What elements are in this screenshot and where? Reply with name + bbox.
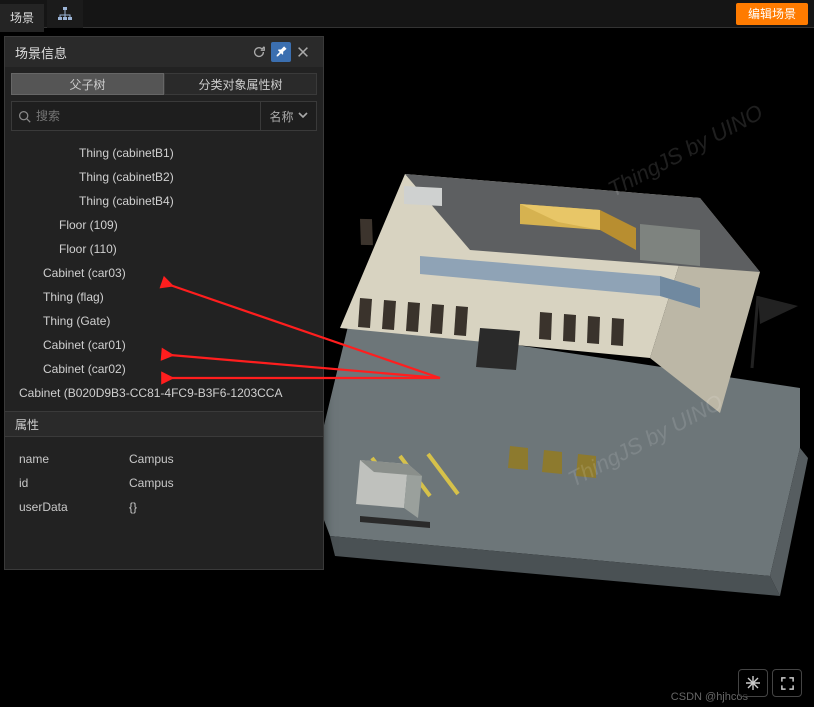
property-row: userData{} <box>19 495 313 519</box>
search-input[interactable] <box>36 103 260 129</box>
tree-item[interactable]: Floor (110) <box>9 237 319 261</box>
scene-tree[interactable]: Thing (cabinetB1)Thing (cabinetB2)Thing … <box>5 137 323 411</box>
hierarchy-icon <box>57 6 73 22</box>
tree-item[interactable]: Thing (Gate) <box>9 309 319 333</box>
tree-item[interactable]: Thing (flag) <box>9 285 319 309</box>
search-icon <box>12 110 36 123</box>
tree-item[interactable]: Cabinet (car03) <box>9 261 319 285</box>
tree-item[interactable]: Cabinet (B020D9B3-CC81-4FC9-B3F6-1203CCA <box>9 381 319 405</box>
tree-item[interactable]: Thing (cabinetB1) <box>9 141 319 165</box>
refresh-icon[interactable] <box>249 42 269 62</box>
tab-scene[interactable]: 场景 <box>0 4 44 32</box>
tab-parent-tree[interactable]: 父子树 <box>11 73 164 95</box>
search-bar: 名称 <box>11 101 317 131</box>
tree-item[interactable]: Cabinet (car02) <box>9 357 319 381</box>
tree-item[interactable]: Floor (109) <box>9 213 319 237</box>
topbar: 场景 编辑场景 <box>0 0 814 28</box>
property-value: Campus <box>129 447 313 471</box>
tab-hierarchy[interactable] <box>47 0 83 28</box>
tree-item[interactable]: Thing (cabinetB2) <box>9 165 319 189</box>
property-value: Campus <box>129 471 313 495</box>
panel-title: 场景信息 <box>15 43 247 62</box>
properties-body: nameCampusidCampususerData{} <box>5 437 323 569</box>
search-mode-label: 名称 <box>269 108 293 125</box>
property-row: idCampus <box>19 471 313 495</box>
properties-header[interactable]: 属性 <box>5 411 323 437</box>
scene-info-panel: 场景信息 父子树 分类对象属性树 名称 Thing (cabinetB1)Thi… <box>4 36 324 570</box>
property-key: name <box>19 447 129 471</box>
search-mode-select[interactable]: 名称 <box>260 102 316 130</box>
panel-header[interactable]: 场景信息 <box>5 37 323 67</box>
property-value: {} <box>129 495 313 519</box>
viewport-mode-button[interactable] <box>738 669 768 697</box>
property-row: nameCampus <box>19 447 313 471</box>
close-icon[interactable] <box>293 42 313 62</box>
fullscreen-button[interactable] <box>772 669 802 697</box>
property-key: id <box>19 471 129 495</box>
pin-icon[interactable] <box>271 42 291 62</box>
property-key: userData <box>19 495 129 519</box>
tab-scene-label: 场景 <box>10 9 34 26</box>
tab-class-tree[interactable]: 分类对象属性树 <box>164 73 317 95</box>
tree-item[interactable]: Thing (cabinetB4) <box>9 189 319 213</box>
tree-item[interactable]: Cabinet (car01) <box>9 333 319 357</box>
edit-scene-button[interactable]: 编辑场景 <box>736 3 808 25</box>
chevron-down-icon <box>298 109 308 123</box>
